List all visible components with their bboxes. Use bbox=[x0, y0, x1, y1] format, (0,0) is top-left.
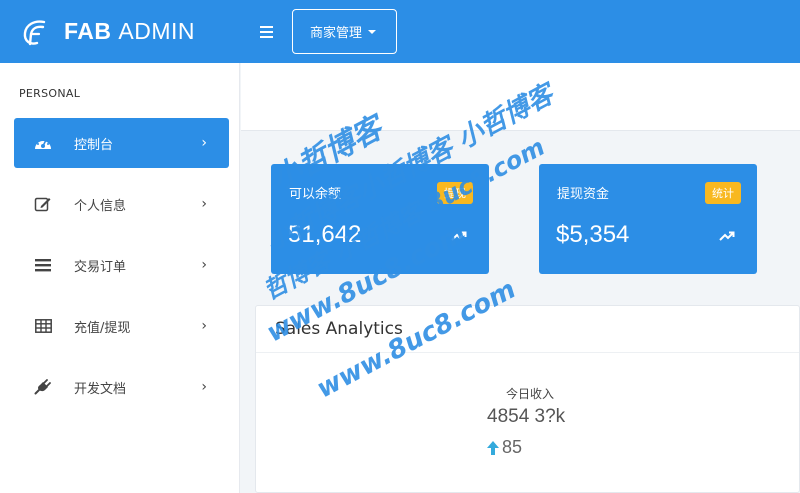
plug-icon bbox=[34, 378, 52, 396]
chevron-right-icon: › bbox=[201, 196, 207, 212]
main-content: 可以余额 提现 51,642 提现资金 统计 $5,354 Sales Anal… bbox=[241, 63, 800, 493]
arrow-up-icon bbox=[487, 440, 499, 455]
kpi-label: 今日收入 bbox=[506, 387, 555, 401]
page-header bbox=[241, 63, 800, 131]
chevron-right-icon: › bbox=[201, 318, 207, 334]
panel-title: Sales Analytics bbox=[275, 319, 403, 339]
card-title: 提现资金 bbox=[557, 187, 610, 202]
edit-icon bbox=[34, 195, 52, 213]
stats-badge[interactable]: 统计 bbox=[705, 182, 741, 204]
withdrawn-card: 提现资金 统计 $5,354 bbox=[539, 164, 757, 274]
caret-down-icon bbox=[368, 29, 377, 34]
merchant-dropdown-button[interactable]: 商家管理 bbox=[292, 9, 398, 54]
kpi-value: 4854 3?k bbox=[487, 406, 566, 427]
table-icon bbox=[34, 317, 52, 335]
dashboard-icon bbox=[34, 134, 52, 152]
sidebar-item-orders[interactable]: 交易订单 › bbox=[14, 240, 229, 290]
sidebar-item-label: 控制台 bbox=[74, 137, 114, 153]
chevron-right-icon: › bbox=[201, 135, 207, 151]
sidebar-item-profile[interactable]: 个人信息 › bbox=[14, 179, 229, 229]
card-value: $5,354 bbox=[556, 221, 630, 248]
top-navbar: 商家管理 bbox=[240, 0, 800, 63]
brand-name[interactable]: FAB ADMIN bbox=[64, 18, 195, 45]
divider bbox=[256, 352, 799, 353]
logo-icon bbox=[23, 19, 46, 45]
menu-toggle-icon[interactable] bbox=[260, 25, 273, 38]
sidebar: PERSONAL 控制台 › 个人信息 › 交易订单 › 充值/提现 › 开发文… bbox=[0, 63, 240, 493]
sidebar-item-label: 开发文档 bbox=[74, 381, 127, 397]
withdraw-badge[interactable]: 提现 bbox=[437, 182, 473, 204]
sales-analytics-panel: Sales Analytics 今日收入 4854 3?k 85 bbox=[255, 305, 800, 493]
kpi-delta-value: 85 bbox=[502, 437, 523, 457]
card-value: 51,642 bbox=[288, 221, 362, 248]
sidebar-item-label: 个人信息 bbox=[74, 198, 127, 214]
sidebar-item-docs[interactable]: 开发文档 › bbox=[14, 362, 229, 412]
dropdown-label: 商家管理 bbox=[310, 26, 363, 41]
card-title: 可以余额 bbox=[289, 187, 342, 202]
brand-header: FAB ADMIN bbox=[0, 0, 240, 63]
sidebar-item-dashboard[interactable]: 控制台 › bbox=[14, 118, 229, 168]
sidebar-item-label: 交易订单 bbox=[74, 259, 127, 275]
trending-up-icon bbox=[719, 231, 735, 241]
balance-card: 可以余额 提现 51,642 bbox=[271, 164, 489, 274]
chevron-right-icon: › bbox=[201, 379, 207, 395]
chevron-right-icon: › bbox=[201, 257, 207, 273]
list-icon bbox=[34, 256, 52, 274]
sidebar-item-label: 充值/提现 bbox=[74, 320, 131, 336]
sidebar-section-label: PERSONAL bbox=[19, 87, 81, 100]
sidebar-item-recharge[interactable]: 充值/提现 › bbox=[14, 301, 229, 351]
kpi-delta: 85 bbox=[487, 437, 522, 458]
trending-up-icon bbox=[451, 231, 467, 241]
